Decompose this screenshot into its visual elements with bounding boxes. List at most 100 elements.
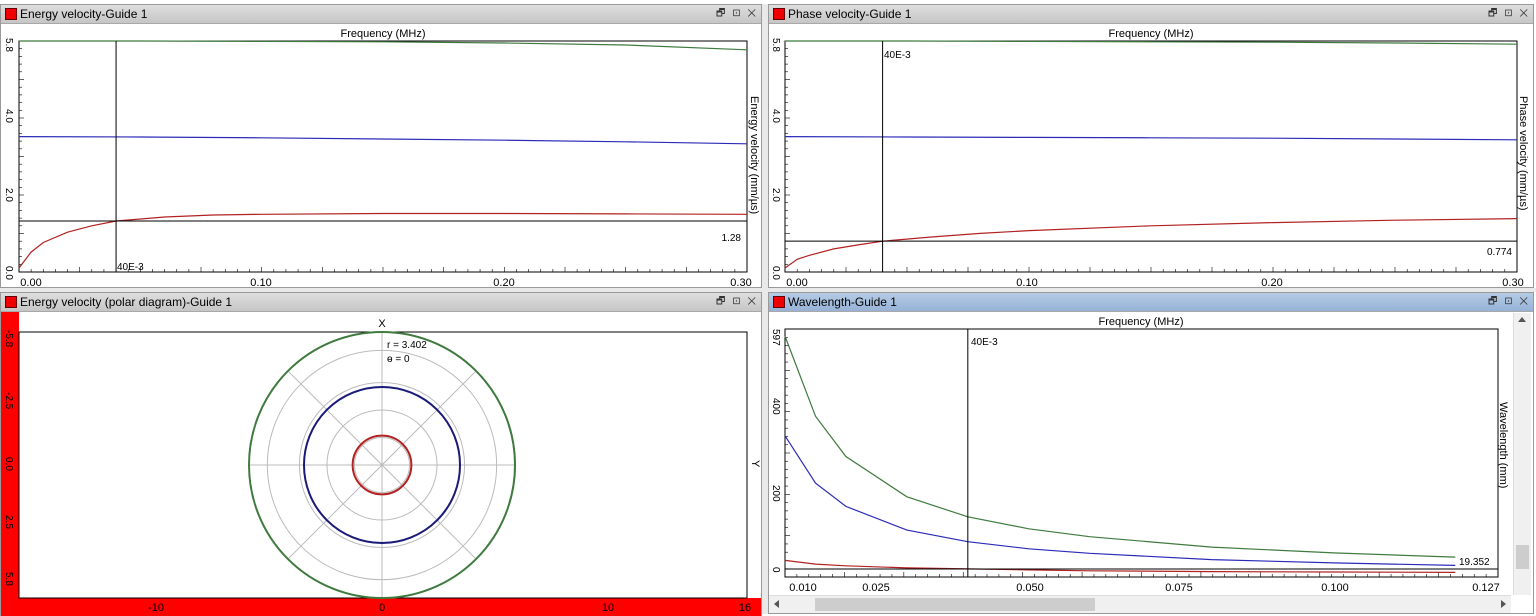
left-tick-label: 5.8 [3,572,14,586]
cursor-x-label: 40E-3 [971,337,998,348]
bottom-tick-label: -10 [148,602,164,614]
scroll-left-icon[interactable] [774,600,779,608]
y-tick-label: 4.0 [770,109,781,123]
close-icon[interactable]: ✕ [1519,296,1530,307]
cursor-x-label: 40E-3 [117,262,144,273]
wavelength-panel: Wavelength-Guide 1 🗗 ⊡ ✕ Frequency (MHz)… [768,292,1534,614]
y-tick-label: 5.8 [3,38,14,52]
y-tick-label: 597 [770,329,781,346]
pin-icon[interactable]: ⊡ [1504,296,1514,307]
x-tick-label: 0.10 [1016,277,1037,287]
phase-velocity-panel: Phase velocity-Guide 1 🗗 ⊡ ✕ Frequency (… [768,4,1534,288]
plot-area [784,40,1518,273]
x-tick-label: 0.00 [786,277,807,287]
x-tick-label: 0.30 [1502,277,1523,287]
pin-icon[interactable]: ⊡ [732,8,742,19]
right-axis-label: Energy velocity (mm/µs) [748,96,760,214]
y-tick-label: 0.0 [3,266,14,280]
left-tick-label: -2.5 [3,392,14,410]
y-tick-label: 4.0 [3,109,14,123]
right-axis-label: Phase velocity (mm/µs) [1517,96,1529,211]
phase-velocity-chart[interactable]: Frequency (MHz) Phase velocity (mm/µs) 4… [769,24,1533,287]
panel-title: Wavelength-Guide 1 [788,295,897,309]
scroll-up-icon[interactable] [1518,317,1526,322]
y-tick-label: 400 [770,398,781,415]
bottom-tick-label: 10 [602,602,614,614]
x-tick-label: 0.30 [730,277,751,287]
close-icon[interactable]: ✕ [747,296,758,307]
y-tick-label: 5.8 [770,38,781,52]
restore-icon[interactable]: 🗗 [1488,296,1499,307]
x-tick-label: 0.075 [1165,582,1193,594]
pin-icon[interactable]: ⊡ [732,296,742,307]
y-tick-label: 2.0 [770,188,781,202]
x-tick-labels: 0.010 0.025 0.050 0.075 0.100 0.127 [789,582,1500,594]
x-tick-labels: 0.00 0.10 0.20 0.30 [20,277,751,287]
window-app-icon [5,296,17,308]
x-tick-label: 0.00 [20,277,41,287]
scroll-right-icon[interactable] [1501,600,1506,608]
polar-diagram-chart[interactable]: X Y r = 3.402 ɵ = 0 -5.8 -2.5 0.0 2.5 5.… [1,312,761,616]
horizontal-scrollbar[interactable] [769,595,1511,613]
vertical-scroll-thumb[interactable] [1516,545,1529,569]
radius-readout: r = 3.402 [387,340,427,351]
bottom-tick-label: 16 [739,602,751,614]
x-tick-label: 0.100 [1321,582,1349,594]
left-tick-label: -5.8 [3,330,14,348]
restore-icon[interactable]: 🗗 [716,8,727,19]
y-tick-labels: 0 200 400 597 [770,329,781,573]
window-app-icon [773,296,785,308]
left-tick-label: 0.0 [3,457,14,471]
close-icon[interactable]: ✕ [747,8,758,19]
top-axis-label: Frequency (MHz) [1109,28,1194,40]
window-app-icon [5,8,17,20]
polar-diagram-titlebar[interactable]: Energy velocity (polar diagram)-Guide 1 … [1,293,761,312]
y-axis-label: Y [749,460,761,468]
x-tick-label: 0.20 [493,277,514,287]
energy-velocity-chart[interactable]: Frequency (MHz) Energy velocity (mm/µs) … [1,24,761,287]
panel-title: Energy velocity (polar diagram)-Guide 1 [20,295,233,309]
x-tick-label: 0.010 [789,582,817,594]
left-tick-label: 2.5 [3,515,14,529]
top-axis-label: Frequency (MHz) [1099,316,1184,328]
cursor-y-label: 1.28 [722,233,742,244]
right-axis-label: Wavelength (mm) [1497,402,1509,488]
y-tick-labels: 0.0 2.0 4.0 5.8 [770,38,781,280]
vertical-scrollbar[interactable] [1513,313,1531,595]
x-axis-label: X [378,318,386,330]
energy-velocity-panel: Energy velocity-Guide 1 🗗 ⊡ ✕ Frequency … [0,4,762,288]
y-tick-label: 2.0 [3,188,14,202]
close-icon[interactable]: ✕ [1519,8,1530,19]
y-tick-labels: 0.0 2.0 4.0 5.8 [3,38,14,280]
y-tick-label: 200 [770,485,781,502]
angle-readout: ɵ = 0 [387,354,410,365]
x-tick-label: 0.10 [250,277,271,287]
restore-icon[interactable]: 🗗 [716,296,727,307]
cursor-y-label: 0.774 [1487,247,1512,258]
cursor-x-label: 40E-3 [884,50,911,61]
x-tick-label: 0.127 [1472,582,1500,594]
x-tick-labels: 0.00 0.10 0.20 0.30 [786,277,1523,287]
polar-diagram-panel: Energy velocity (polar diagram)-Guide 1 … [0,292,762,616]
horizontal-scroll-thumb[interactable] [815,598,1095,611]
polar-grid [249,332,515,598]
cursor-y-label: 19.352 [1459,557,1490,568]
phase-velocity-titlebar[interactable]: Phase velocity-Guide 1 🗗 ⊡ ✕ [769,5,1533,24]
plot-area [784,328,1499,578]
wavelength-chart[interactable]: Frequency (MHz) Wavelength (mm) 40E-3 19… [769,312,1511,594]
plot-area [18,40,748,273]
x-tick-label: 0.025 [862,582,890,594]
x-tick-label: 0.050 [1016,582,1044,594]
y-tick-label: 0.0 [770,266,781,280]
panel-title: Phase velocity-Guide 1 [788,7,912,21]
window-app-icon [773,8,785,20]
wavelength-titlebar[interactable]: Wavelength-Guide 1 🗗 ⊡ ✕ [769,293,1533,312]
top-axis-label: Frequency (MHz) [341,28,426,40]
bottom-tick-label: 0 [379,602,385,614]
y-tick-label: 0 [770,567,781,573]
energy-velocity-titlebar[interactable]: Energy velocity-Guide 1 🗗 ⊡ ✕ [1,5,761,24]
restore-icon[interactable]: 🗗 [1488,8,1499,19]
pin-icon[interactable]: ⊡ [1504,8,1514,19]
x-tick-label: 0.20 [1261,277,1282,287]
panel-title: Energy velocity-Guide 1 [20,7,148,21]
